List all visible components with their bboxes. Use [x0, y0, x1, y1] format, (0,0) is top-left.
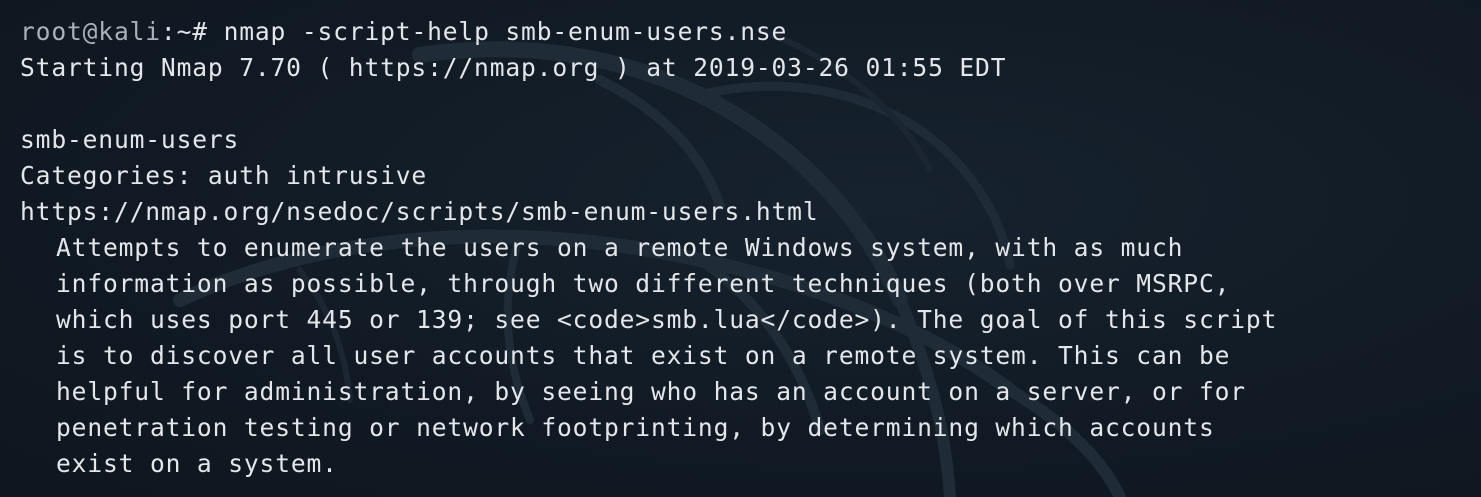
script-name: smb-enum-users	[20, 125, 240, 154]
terminal-output: root@kali:~# nmap -script-help smb-enum-…	[20, 14, 1277, 482]
terminal-window[interactable]: root@kali:~# nmap -script-help smb-enum-…	[0, 0, 1481, 497]
description-line: is to discover all user accounts that ex…	[56, 341, 1231, 370]
description-line: information as possible, through two dif…	[56, 269, 1231, 298]
prompt-symbol: #	[192, 17, 224, 46]
command-text: nmap -script-help smb-enum-users.nse	[223, 17, 788, 46]
start-line: Starting Nmap 7.70 ( https://nmap.org ) …	[20, 53, 1007, 82]
prompt-path: :~	[160, 17, 193, 46]
description-line: penetration testing or network footprint…	[56, 413, 1215, 442]
description-line: exist on a system.	[56, 449, 338, 478]
doc-url: https://nmap.org/nsedoc/scripts/smb-enum…	[20, 197, 819, 226]
description-line: which uses port 445 or 139; see <code>sm…	[56, 305, 1278, 334]
prompt-line: root@kali:~# nmap -script-help smb-enum-…	[20, 14, 1277, 50]
description-line: Attempts to enumerate the users on a rem…	[56, 233, 1184, 262]
description-line: helpful for administration, by seeing wh…	[56, 377, 1246, 406]
prompt-user-host: root@kali	[20, 17, 161, 46]
categories-line: Categories: auth intrusive	[20, 161, 428, 190]
